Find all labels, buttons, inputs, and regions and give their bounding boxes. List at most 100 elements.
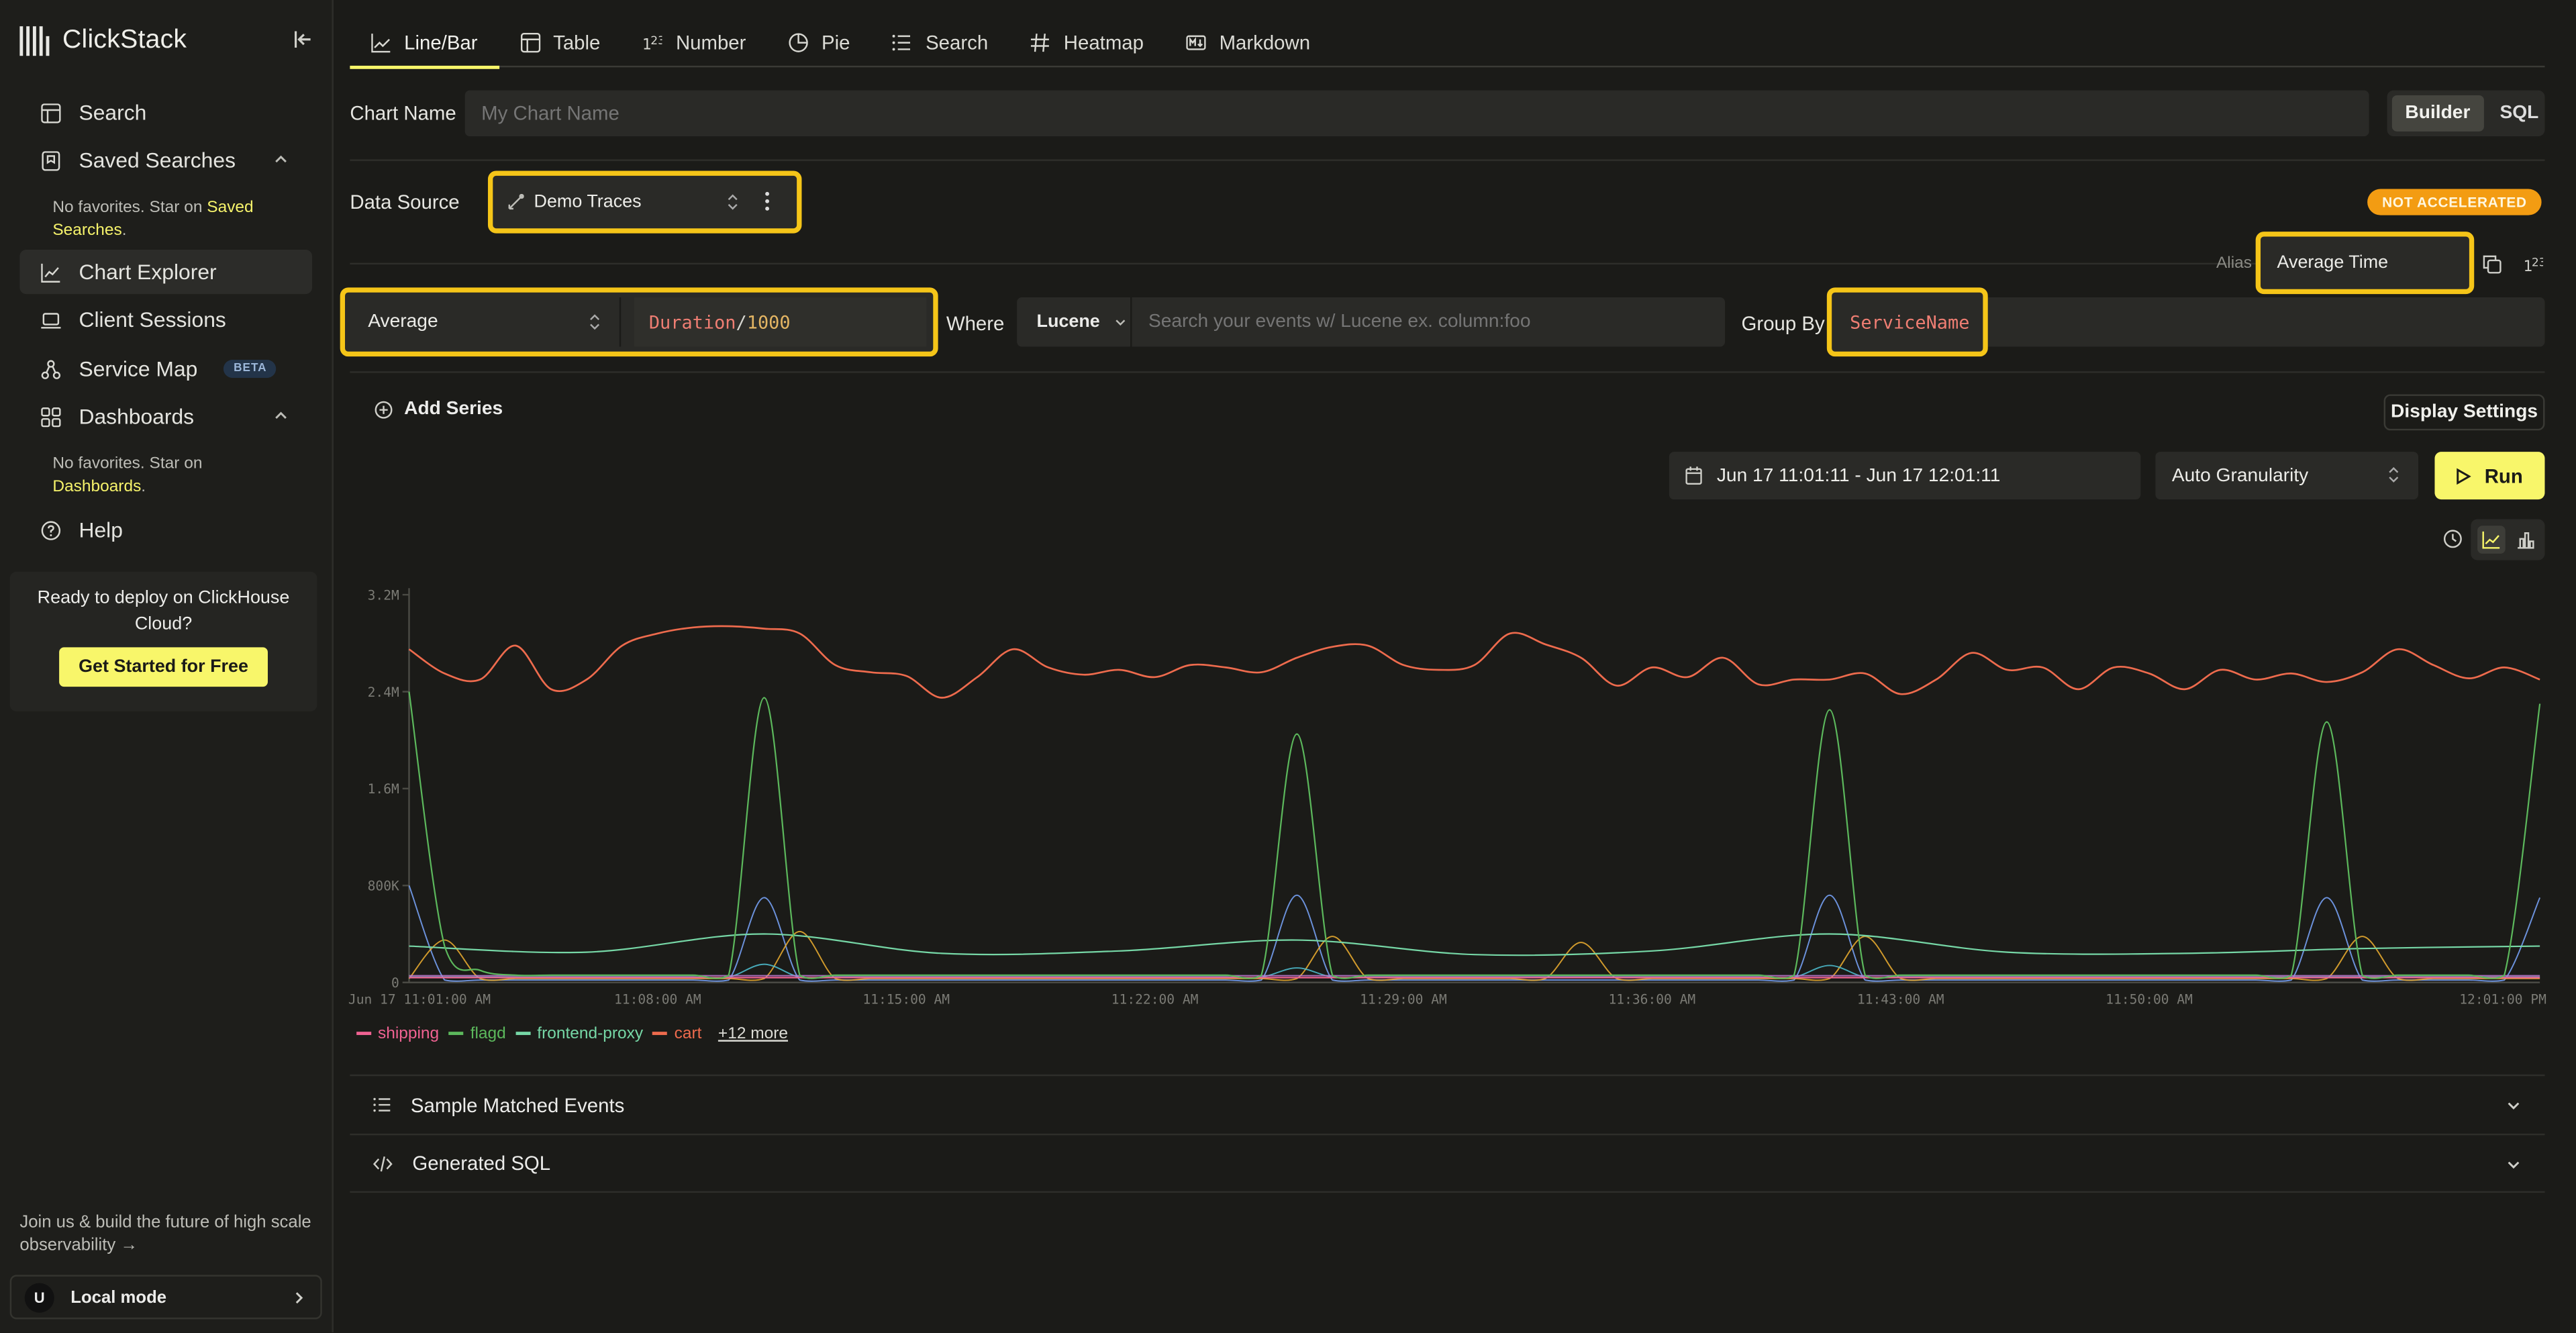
sidebar-item-service-map[interactable]: Service Map BETA	[19, 346, 312, 391]
table-icon	[40, 101, 62, 124]
data-source-select[interactable]: Demo Traces	[487, 170, 802, 234]
sidebar-item-label: Search	[79, 100, 147, 126]
app-name: ClickStack	[62, 26, 187, 54]
data-source-label: Data Source	[350, 190, 460, 214]
sidebar-item-label: Dashboards	[79, 404, 195, 429]
chevron-right-icon	[295, 1292, 303, 1304]
tab-markdown[interactable]: Markdown	[1165, 16, 1332, 67]
builder-mode-button[interactable]: Builder	[2391, 95, 2484, 132]
sidebar-item-saved-searches[interactable]: Saved Searches	[19, 138, 312, 183]
more-vertical-icon[interactable]	[764, 191, 771, 212]
tab-line-bar[interactable]: Line/Bar	[350, 16, 499, 69]
generated-sql-accordion[interactable]: Generated SQL	[350, 1133, 2545, 1193]
divider	[350, 371, 2545, 373]
display-settings-button[interactable]: Display Settings	[2383, 394, 2545, 431]
group-by-label: Group By	[1741, 312, 1825, 336]
dashboards-empty-hint: No favorites. Star on Dashboards.	[52, 455, 203, 497]
bar-style-button[interactable]	[2511, 526, 2539, 554]
expression-input[interactable]: Duration/1000	[634, 297, 927, 347]
list-icon	[373, 1097, 391, 1112]
clickstack-logo-icon	[19, 26, 50, 56]
user-menu[interactable]: U Local mode	[9, 1275, 322, 1320]
sidebar-item-label: Service Map	[79, 356, 198, 381]
add-series-button[interactable]: Add Series	[375, 399, 503, 419]
series-line-frontend-proxy	[409, 933, 2540, 956]
sidebar-item-search[interactable]: Search	[19, 91, 312, 135]
chart-legend: shipping flagd frontend-proxy cart +12 m…	[356, 1022, 788, 1044]
chevron-down-icon	[2508, 1102, 2520, 1110]
group-by-input[interactable]: ServiceName	[1826, 287, 1988, 357]
chevron-up-icon[interactable]	[273, 151, 289, 167]
time-range-picker[interactable]: Jun 17 11:01:11 - Jun 17 12:01:11	[1669, 452, 2141, 500]
tab-pie[interactable]: Pie	[767, 16, 871, 67]
x-tick-label: 11:50:00 AM	[2106, 992, 2193, 1007]
calendar-icon	[1685, 466, 1702, 485]
status-badge: NOT ACCELERATED	[2367, 189, 2542, 215]
legend-item[interactable]: frontend-proxy	[515, 1024, 643, 1042]
aggregation-select[interactable]: Average	[350, 297, 619, 346]
collapse-sidebar-icon[interactable]	[289, 26, 315, 52]
svg-text:23: 23	[651, 34, 662, 47]
tab-search[interactable]: Search	[871, 16, 1009, 67]
line-style-button[interactable]	[2476, 526, 2505, 554]
y-tick-label: 0	[391, 975, 399, 991]
x-tick-label: 11:29:00 AM	[1360, 992, 1447, 1007]
tab-table[interactable]: Table	[499, 16, 622, 67]
laptop-icon	[40, 308, 62, 331]
chart-name-input[interactable]	[464, 90, 2369, 137]
sample-events-accordion[interactable]: Sample Matched Events	[350, 1074, 2545, 1134]
help-icon	[40, 518, 62, 541]
number-format-icon[interactable]: 123	[2524, 254, 2543, 275]
where-filter: Lucene	[1017, 297, 1726, 347]
chart-icon	[40, 260, 62, 283]
run-button[interactable]: Run	[2434, 452, 2545, 500]
line-chart-icon	[371, 32, 391, 52]
granularity-select[interactable]: Auto Granularity	[2155, 452, 2419, 500]
query-language-select[interactable]: Lucene	[1017, 297, 1132, 347]
grid-icon	[40, 405, 62, 428]
tab-heatmap[interactable]: Heatmap	[1009, 16, 1165, 67]
get-started-button[interactable]: Get Started for Free	[58, 647, 268, 687]
sidebar-item-label: Help	[79, 517, 123, 542]
sitemap-icon	[40, 357, 62, 380]
x-tick-label: Jun 17 11:01:00 AM	[348, 992, 491, 1007]
sidebar-item-client-sessions[interactable]: Client Sessions	[19, 297, 312, 342]
sidebar-item-dashboards[interactable]: Dashboards	[19, 394, 312, 438]
promo-text: Ready to deploy on ClickHouse Cloud?	[37, 588, 290, 634]
app-logo[interactable]: ClickStack	[19, 23, 187, 59]
tab-number[interactable]: 123 Number	[622, 16, 767, 67]
link-icon	[508, 193, 524, 210]
saved-searches-empty-hint: No favorites. Star on Saved Searches.	[52, 199, 254, 240]
divider	[619, 297, 622, 347]
dashboards-link[interactable]: Dashboards	[52, 478, 141, 496]
sql-mode-button[interactable]: SQL	[2487, 95, 2552, 132]
y-tick-label: 2.4M	[368, 685, 399, 700]
svg-text:23: 23	[2532, 256, 2543, 270]
markdown-icon	[1186, 32, 1206, 52]
chevron-down-icon	[1115, 319, 1125, 326]
alias-input[interactable]: Average Time	[2255, 232, 2475, 295]
history-icon[interactable]	[2443, 529, 2463, 548]
join-us-link[interactable]: Join us & build the future of high scale…	[19, 1211, 318, 1257]
line-chart[interactable]: 0 800K 1.6M 2.4M 3.2M Jun 17 11:01:00 AM 11:08…	[345, 575, 2546, 1019]
sidebar-item-help[interactable]: Help	[19, 507, 312, 552]
y-tick-label: 800K	[368, 879, 399, 894]
query-mode-toggle: Builder SQL	[2387, 90, 2545, 137]
legend-more-link[interactable]: +12 more	[718, 1024, 788, 1042]
hash-icon	[1031, 32, 1050, 52]
cloud-promo: Ready to deploy on ClickHouse Cloud? Get…	[9, 571, 317, 711]
x-tick-label: 11:36:00 AM	[1609, 992, 1696, 1007]
where-input[interactable]	[1132, 297, 1726, 347]
x-tick-label: 11:22:00 AM	[1111, 992, 1199, 1007]
legend-item[interactable]: cart	[652, 1024, 701, 1042]
legend-item[interactable]: shipping	[356, 1024, 439, 1042]
select-arrows-icon	[2389, 466, 2399, 483]
select-arrows-icon	[590, 314, 600, 330]
play-icon	[2457, 467, 2472, 484]
chevron-up-icon[interactable]	[273, 407, 289, 424]
duplicate-icon[interactable]	[2482, 254, 2501, 274]
legend-item[interactable]: flagd	[448, 1024, 506, 1042]
avatar: U	[24, 1282, 54, 1312]
x-tick-label: 11:43:00 AM	[1857, 992, 1944, 1007]
sidebar-item-chart-explorer[interactable]: Chart Explorer	[19, 250, 313, 295]
